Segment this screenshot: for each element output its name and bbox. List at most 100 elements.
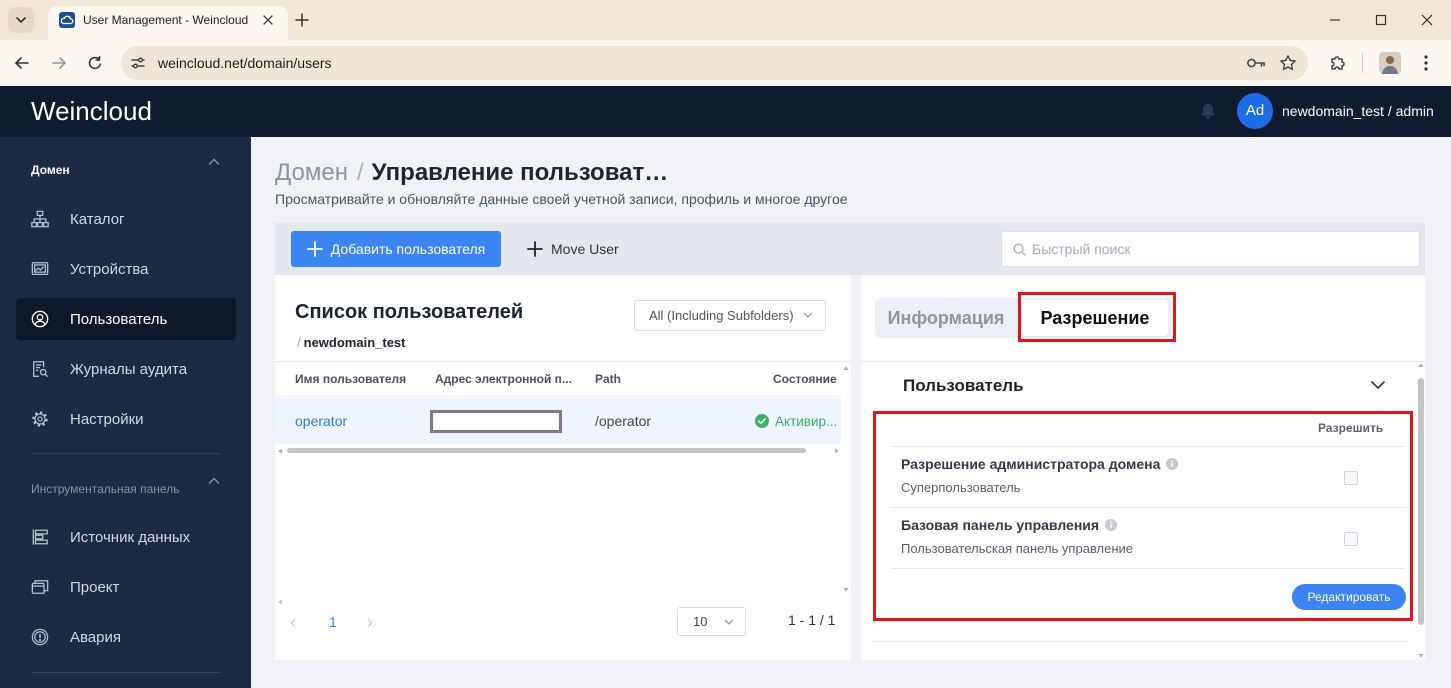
forward-icon[interactable]	[51, 55, 67, 71]
sitemap-icon	[31, 210, 49, 228]
status-badge: Активир...	[755, 412, 837, 430]
page-size-value: 10	[693, 614, 708, 629]
sidebar-item-alarm[interactable]: Авария	[16, 616, 236, 658]
search-icon	[1013, 243, 1026, 256]
profile-avatar[interactable]	[1379, 52, 1401, 74]
vertical-scroll-thumb[interactable]	[1418, 378, 1424, 625]
column-email[interactable]: Адрес электронной п...	[435, 371, 572, 387]
bookmark-star-icon[interactable]	[1279, 54, 1297, 72]
path-name: newdomain_test	[303, 335, 406, 350]
minimize-icon[interactable]	[1329, 14, 1341, 26]
pagination-prev[interactable]: ‹	[290, 613, 296, 631]
weincloud-logo[interactable]: Weincloud	[31, 96, 152, 126]
url-text: weincloud.net/domain/users	[158, 55, 332, 71]
sidebar-item-label: Источник данных	[70, 528, 191, 546]
column-path[interactable]: Path	[595, 371, 621, 387]
permission-scroll-area: Пользователь Разрешить Разрешение админи…	[861, 362, 1425, 660]
data-source-icon	[32, 529, 48, 545]
close-window-icon[interactable]	[1421, 14, 1433, 26]
project-icon	[31, 580, 49, 594]
chevron-down-icon	[803, 312, 813, 318]
status-text: Активир...	[775, 413, 838, 429]
sidebar-section-domain[interactable]: Домен	[31, 162, 70, 178]
breadcrumb-separator: /	[356, 159, 364, 186]
site-info-icon[interactable]	[130, 55, 146, 71]
password-key-icon[interactable]	[1246, 55, 1266, 71]
sidebar-item-devices[interactable]: Устройства	[16, 248, 236, 290]
pagination-next[interactable]: ›	[367, 613, 373, 631]
column-username[interactable]: Имя пользователя	[295, 371, 406, 387]
new-tab-icon[interactable]	[295, 13, 309, 27]
sidebar-item-audit-logs[interactable]: Журналы аудита	[16, 348, 236, 390]
page-title: Домен / Управление пользоват…	[275, 158, 668, 188]
divider	[873, 641, 1407, 642]
tab-search-button[interactable]	[8, 7, 34, 33]
sidebar-section-dashboard[interactable]: Инструментальная панель	[31, 481, 179, 497]
chevron-up-icon[interactable]	[208, 158, 220, 166]
plus-icon	[527, 241, 543, 257]
pagination-range: 1 - 1 / 1	[788, 612, 836, 628]
move-user-label: Move User	[551, 241, 619, 257]
scope-select[interactable]: All (Including Subfolders)	[634, 300, 826, 331]
chevron-down-icon[interactable]	[1370, 380, 1386, 390]
account-name[interactable]: newdomain_test / admin	[1282, 103, 1434, 119]
user-detail-panel: Информация Разрешение Пользователь Разре…	[861, 275, 1425, 660]
sidebar-item-label: Проект	[70, 578, 120, 596]
back-icon[interactable]	[14, 55, 30, 71]
add-user-label: Добавить пользователя	[330, 241, 486, 257]
search-input[interactable]	[1032, 232, 1402, 266]
page-subtitle: Просматривайте и обновляйте данные своей…	[275, 191, 848, 207]
sidebar-item-user[interactable]: Пользователь	[16, 298, 236, 340]
weincloud-favicon-icon	[59, 12, 75, 28]
page-size-select[interactable]: 10	[677, 607, 746, 636]
sidebar-item-settings[interactable]: Настройки	[16, 398, 236, 440]
move-user-button[interactable]: Move User	[527, 231, 619, 267]
maximize-icon[interactable]	[1375, 14, 1387, 26]
table-row[interactable]: operator /operator Активир...	[275, 398, 841, 444]
column-status[interactable]: Состояние	[773, 371, 837, 387]
tab-information[interactable]: Информация	[875, 298, 1017, 338]
horizontal-scroll-thumb[interactable]	[287, 448, 806, 453]
sidebar-divider	[31, 672, 221, 673]
scroll-up-arrow-icon[interactable]	[843, 365, 849, 371]
username-link[interactable]: operator	[295, 412, 347, 430]
highlight-box-permissions	[873, 411, 1413, 621]
extensions-icon[interactable]	[1329, 54, 1347, 72]
reload-icon[interactable]	[87, 55, 103, 71]
chevron-up-icon[interactable]	[208, 477, 220, 485]
scroll-right-arrow-icon[interactable]	[834, 448, 840, 454]
scroll-left-arrow-icon[interactable]	[277, 599, 283, 605]
sidebar-item-catalog[interactable]: Каталог	[16, 198, 236, 240]
alarm-icon	[31, 628, 49, 646]
scroll-left-arrow-icon[interactable]	[277, 448, 283, 454]
user-list-panel: Список пользователей / newdomain_test All…	[275, 275, 851, 660]
sidebar-item-data-source[interactable]: Источник данных	[16, 516, 236, 558]
address-bar[interactable]: weincloud.net/domain/users	[121, 46, 1308, 80]
path-separator: /	[297, 335, 301, 350]
user-circle-icon	[31, 310, 49, 328]
scroll-down-arrow-icon[interactable]	[843, 587, 849, 593]
scroll-down-arrow-icon[interactable]	[1418, 653, 1424, 659]
highlight-box-permission-tab	[1018, 292, 1176, 342]
accordion-user-title[interactable]: Пользователь	[903, 376, 1024, 396]
audit-log-icon	[33, 361, 49, 378]
breadcrumb-root[interactable]: Домен	[275, 159, 348, 186]
chevron-down-icon	[16, 17, 26, 23]
user-avatar[interactable]: Ad	[1237, 93, 1273, 129]
breadcrumb-current: Управление пользоват…	[371, 159, 669, 186]
browser-tab-active[interactable]: User Management - Weincloud	[48, 6, 288, 40]
sidebar-item-label: Авария	[70, 628, 121, 646]
plus-icon	[306, 241, 323, 257]
scroll-up-arrow-icon[interactable]	[1418, 362, 1424, 368]
bell-icon[interactable]	[1199, 102, 1217, 120]
user-list-title: Список пользователей	[295, 301, 524, 323]
pagination-page-1[interactable]: 1	[329, 613, 337, 631]
sidebar-item-label: Настройки	[70, 410, 144, 428]
sidebar-divider	[31, 453, 221, 454]
menu-kebab-icon[interactable]	[1420, 54, 1432, 72]
add-user-button[interactable]: Добавить пользователя	[291, 231, 501, 267]
devices-icon	[31, 262, 49, 276]
sidebar-item-project[interactable]: Проект	[16, 566, 236, 608]
gear-icon	[32, 411, 48, 427]
close-tab-icon[interactable]	[263, 15, 273, 25]
